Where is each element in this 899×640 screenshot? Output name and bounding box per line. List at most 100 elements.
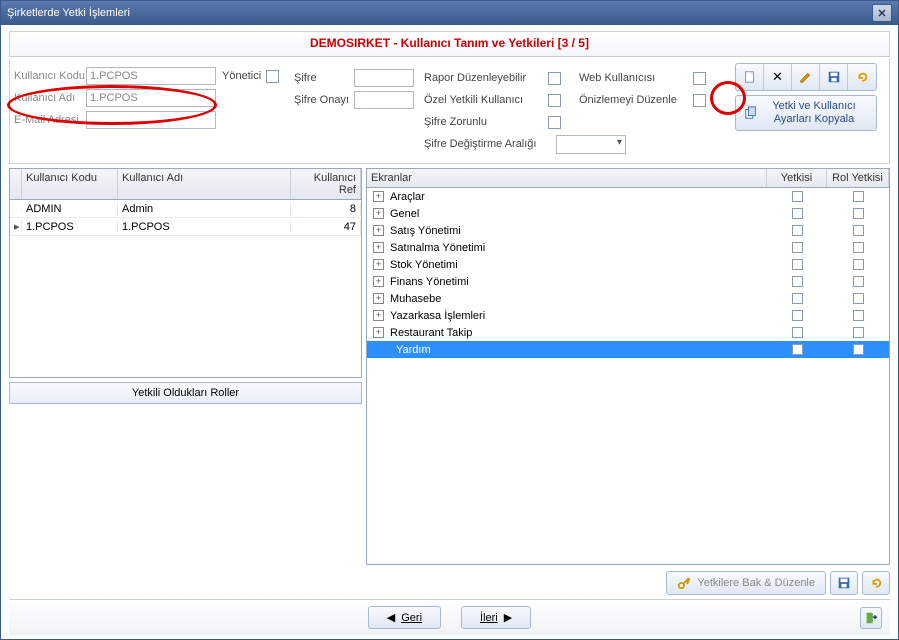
onizleme-checkbox[interactable] — [693, 94, 706, 107]
delete-button[interactable]: ✕ — [764, 64, 792, 90]
view-edit-perms-button[interactable]: Yetkilere Bak & Düzenle — [666, 571, 826, 595]
tree-item-label: Muhasebe — [388, 293, 767, 305]
yetkisi-cell[interactable] — [767, 310, 827, 321]
yetkisi-cell[interactable] — [767, 293, 827, 304]
tree-row[interactable]: + Stok Yönetimi — [367, 256, 889, 273]
new-button[interactable] — [736, 64, 764, 90]
save-button[interactable] — [820, 64, 848, 90]
user-ref: 8 — [291, 202, 361, 216]
expand-icon[interactable]: + — [373, 259, 384, 270]
right-pane: Ekranlar Yetkisi Rol Yetkisi +Araçlar+Ge… — [366, 168, 890, 599]
yetkisi-cell[interactable] — [767, 208, 827, 219]
tree-row[interactable]: +Araçlar — [367, 188, 889, 205]
save-button-2[interactable] — [830, 571, 858, 595]
tree-item-label: Genel — [388, 208, 767, 220]
tree-row[interactable]: + Satış Yönetimi — [367, 222, 889, 239]
kullanici-kodu-label: Kullanıcı Kodu — [14, 70, 86, 82]
tree-item-label: Yardım — [388, 344, 767, 356]
yetkisi-cell[interactable] — [767, 242, 827, 253]
onizleme-label: Önizlemeyi Düzenle — [579, 94, 689, 106]
undo-button[interactable] — [848, 64, 876, 90]
tree-item-label: Satış Yönetimi — [388, 225, 767, 237]
expand-icon[interactable]: + — [373, 327, 384, 338]
expand-icon[interactable]: + — [373, 242, 384, 253]
rapor-label: Rapor Düzenleyebilir — [424, 72, 544, 84]
expand-icon[interactable]: + — [373, 293, 384, 304]
tree-row[interactable]: + Restaurant Takip — [367, 324, 889, 341]
tree-col-yetkisi[interactable]: Yetkisi — [767, 169, 827, 187]
web-checkbox[interactable] — [693, 72, 706, 85]
sifre-aralik-label: Şifre Değiştirme Aralığı — [424, 138, 552, 150]
tree-col-rolyetkisi[interactable]: Rol Yetkisi — [827, 169, 889, 187]
yetkisi-cell[interactable] — [767, 276, 827, 287]
tree-row[interactable]: + Finans Yönetimi — [367, 273, 889, 290]
rolyetkisi-cell[interactable] — [827, 242, 889, 253]
yetkisi-cell[interactable] — [767, 225, 827, 236]
rolyetkisi-cell[interactable] — [827, 310, 889, 321]
edit-button[interactable] — [792, 64, 820, 90]
rolyetkisi-cell[interactable] — [827, 327, 889, 338]
expand-icon[interactable]: + — [373, 225, 384, 236]
yetkisi-cell[interactable] — [767, 344, 827, 355]
user-row[interactable]: ▸ 1.PCPOS 1.PCPOS 47 — [10, 218, 361, 236]
form-checkboxes: Rapor Düzenleyebilir Web Kullanıcısı Öze… — [424, 65, 754, 155]
tree-item-label: Stok Yönetimi — [388, 259, 767, 271]
rolyetkisi-cell[interactable] — [827, 276, 889, 287]
expand-icon[interactable]: + — [373, 310, 384, 321]
close-button[interactable]: ✕ — [872, 4, 892, 22]
rapor-checkbox[interactable] — [548, 72, 561, 85]
kullanici-adi-input[interactable] — [86, 89, 216, 107]
tree-item-label: Restaurant Takip — [388, 327, 767, 339]
users-col-kod[interactable]: Kullanıcı Kodu — [22, 169, 118, 199]
sifre-aralik-dropdown[interactable] — [556, 135, 626, 154]
tree-row[interactable]: + Genel — [367, 205, 889, 222]
expand-icon[interactable]: + — [373, 208, 384, 219]
rolyetkisi-cell[interactable] — [827, 259, 889, 270]
yetkisi-cell[interactable] — [767, 327, 827, 338]
kullanici-kodu-input[interactable] — [86, 67, 216, 85]
users-grid-body: ADMIN Admin 8 ▸ 1.PCPOS 1.PCPOS 47 — [10, 200, 361, 236]
tree-row[interactable]: + Muhasebe — [367, 290, 889, 307]
mid-area: Kullanıcı Kodu Kullanıcı Adı Kullanıcı R… — [9, 168, 890, 599]
exit-button[interactable] — [860, 607, 882, 629]
yetkisi-cell[interactable] — [767, 191, 827, 202]
rolyetkisi-cell[interactable] — [827, 208, 889, 219]
email-input[interactable] — [86, 111, 216, 129]
form-mid: Şifre Şifre Onayı — [294, 65, 424, 155]
sifre-zorunlu-checkbox[interactable] — [548, 116, 561, 129]
expand-icon[interactable]: + — [373, 191, 384, 202]
sifre-label: Şifre — [294, 72, 354, 84]
sifre-onay-label: Şifre Onayı — [294, 94, 354, 106]
tree-row[interactable]: + Satınalma Yönetimi — [367, 239, 889, 256]
tree-item-label: Satınalma Yönetimi — [388, 242, 767, 254]
yetkisi-cell[interactable] — [767, 259, 827, 270]
rolyetkisi-cell[interactable] — [827, 191, 889, 202]
email-label: E-Mail Adresi — [14, 114, 86, 126]
roles-button[interactable]: Yetkili Oldukları Roller — [9, 382, 362, 404]
users-col-ad[interactable]: Kullanıcı Adı — [118, 169, 291, 199]
rolyetkisi-cell[interactable] — [827, 225, 889, 236]
user-row[interactable]: ADMIN Admin 8 — [10, 200, 361, 218]
user-ad: Admin — [118, 202, 291, 216]
tree-row[interactable]: +Yazarkasa İşlemleri — [367, 307, 889, 324]
right-bottom-bar: Yetkilere Bak & Düzenle — [366, 565, 890, 599]
rolyetkisi-cell[interactable] — [827, 344, 889, 355]
ozel-checkbox[interactable] — [548, 94, 561, 107]
undo-button-2[interactable] — [862, 571, 890, 595]
expand-icon[interactable]: + — [373, 276, 384, 287]
tree-item-label: Finans Yönetimi — [388, 276, 767, 288]
sifre-onay-input[interactable] — [354, 91, 414, 109]
tree-row[interactable]: Yardım — [367, 341, 889, 358]
sifre-input[interactable] — [354, 69, 414, 87]
tree-col-ekranlar[interactable]: Ekranlar — [367, 169, 767, 187]
rolyetkisi-cell[interactable] — [827, 293, 889, 304]
users-col-ref[interactable]: Kullanıcı Ref — [291, 169, 361, 199]
sifre-zorunlu-label: Şifre Zorunlu — [424, 116, 544, 128]
next-label: İleri — [480, 612, 498, 624]
indicator-col — [10, 169, 22, 199]
next-button[interactable]: İleri ▶ — [461, 606, 531, 629]
yonetici-checkbox[interactable] — [266, 70, 279, 83]
copy-settings-button[interactable]: Yetki ve Kullanıcı Ayarları Kopyala — [735, 95, 877, 131]
key-icon — [677, 576, 691, 590]
back-button[interactable]: ◀ Geri — [368, 606, 441, 629]
